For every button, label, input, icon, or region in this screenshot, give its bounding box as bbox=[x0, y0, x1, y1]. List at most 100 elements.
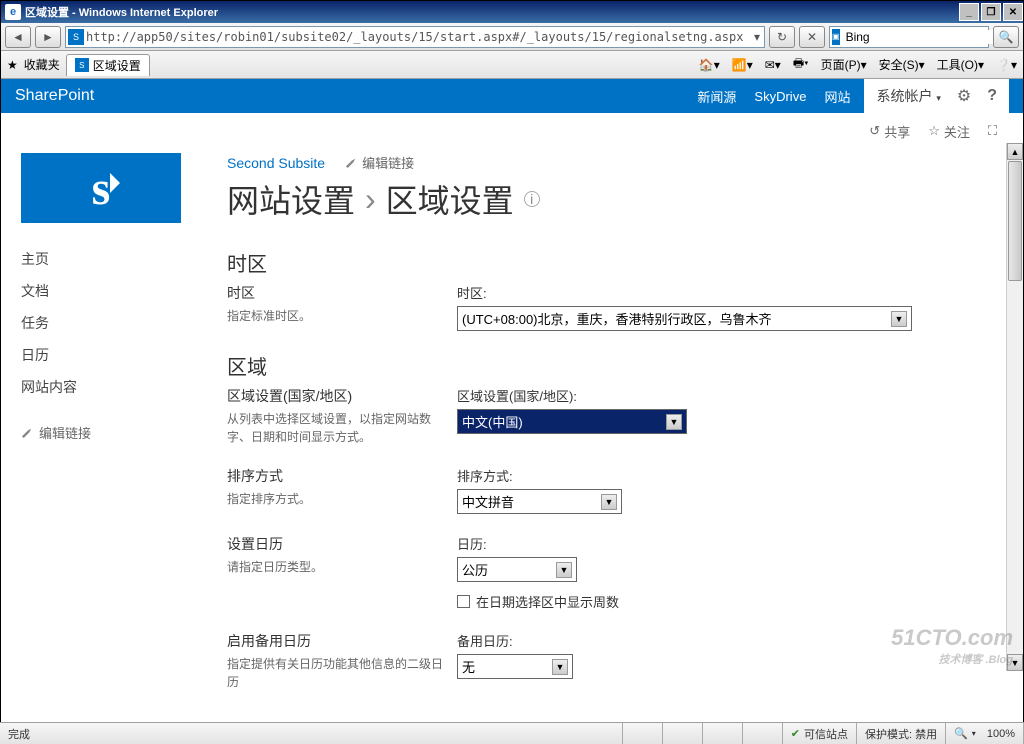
timezone-subheading: 时区 bbox=[227, 283, 447, 303]
show-week-label: 在日期选择区中显示周数 bbox=[476, 592, 619, 611]
section-region: 区域 区域设置(国家/地区) 从列表中选择区域设置，以指定网站数字、日期和时间显… bbox=[227, 351, 1003, 446]
sort-label: 排序方式: bbox=[457, 466, 1003, 485]
dropdown-icon[interactable]: ▾ bbox=[750, 30, 764, 44]
url-input[interactable] bbox=[86, 30, 750, 44]
window-titlebar: e 区域设置 - Windows Internet Explorer _ ❐ ✕ bbox=[1, 1, 1023, 23]
account-menu[interactable]: 系统帐户 ▾ bbox=[876, 86, 940, 106]
help-button[interactable]: ❔▾ bbox=[996, 58, 1017, 72]
feeds-button[interactable]: 📶▾ bbox=[732, 58, 753, 72]
calendar-subheading: 设置日历 bbox=[227, 534, 447, 554]
page-menu[interactable]: 页面(P)▾ bbox=[821, 56, 867, 73]
chevron-down-icon: ▼ bbox=[666, 414, 682, 430]
nav-site-contents[interactable]: 网站内容 bbox=[21, 371, 221, 403]
chevron-down-icon: ▼ bbox=[891, 311, 907, 327]
nav-tasks[interactable]: 任务 bbox=[21, 307, 221, 339]
chevron-down-icon: ▼ bbox=[552, 659, 568, 675]
status-protected-mode: 保护模式: 禁用 bbox=[857, 723, 946, 744]
back-button[interactable]: ◄ bbox=[5, 26, 31, 48]
forward-button[interactable]: ► bbox=[35, 26, 61, 48]
timezone-label: 时区: bbox=[457, 283, 1003, 302]
scroll-thumb[interactable] bbox=[1008, 161, 1022, 281]
scroll-up-button[interactable]: ▲ bbox=[1007, 143, 1023, 160]
favorites-row: ★ 收藏夹 S 区域设置 🏠▾ 📶▾ ✉▾ 🖶▾ 页面(P)▾ 安全(S)▾ 工… bbox=[1, 51, 1023, 79]
nav-documents[interactable]: 文档 bbox=[21, 275, 221, 307]
info-icon[interactable]: i bbox=[524, 191, 540, 207]
left-column: s 主页 文档 任务 日历 网站内容 编辑链接 bbox=[21, 153, 221, 693]
tools-menu[interactable]: 工具(O)▾ bbox=[937, 56, 984, 73]
suite-link-skydrive[interactable]: SkyDrive bbox=[754, 89, 806, 104]
chevron-down-icon: ▼ bbox=[556, 562, 572, 578]
page-title: 网站设置 › 区域设置 i bbox=[227, 176, 1003, 222]
quick-launch: 主页 文档 任务 日历 网站内容 编辑链接 bbox=[21, 243, 221, 448]
locale-subheading: 区域设置(国家/地区) bbox=[227, 386, 447, 406]
favorites-label[interactable]: 收藏夹 bbox=[24, 56, 60, 73]
window-title: 区域设置 - Windows Internet Explorer bbox=[25, 4, 218, 20]
search-go-button[interactable]: 🔍 bbox=[993, 26, 1019, 48]
locale-label: 区域设置(国家/地区): bbox=[457, 386, 1003, 405]
sort-desc: 指定排序方式。 bbox=[227, 490, 447, 508]
vertical-scrollbar[interactable]: ▲ ▼ bbox=[1006, 143, 1023, 671]
close-button[interactable]: ✕ bbox=[1003, 3, 1023, 21]
title-part2: 区域设置 bbox=[386, 176, 514, 222]
nav-home[interactable]: 主页 bbox=[21, 243, 221, 275]
gear-icon[interactable]: ⚙ bbox=[957, 86, 971, 106]
tab-title: 区域设置 bbox=[93, 57, 141, 74]
section-alt-calendar: 启用备用日历 指定提供有关日历功能其他信息的二级日历 备用日历: 无 ▼ bbox=[227, 631, 1003, 691]
alt-calendar-select[interactable]: 无 ▼ bbox=[457, 654, 573, 679]
locale-select[interactable]: 中文(中国) ▼ bbox=[457, 409, 687, 434]
content-area: s 主页 文档 任务 日历 网站内容 编辑链接 Second Subsite 编… bbox=[1, 143, 1023, 693]
status-zone: ✔可信站点 bbox=[783, 723, 857, 744]
page-actions-row: ↺ 共享 ☆ 关注 ⛶ bbox=[1, 113, 1023, 143]
sharepoint-favicon: S bbox=[68, 29, 84, 45]
maximize-button[interactable]: ❐ bbox=[981, 3, 1001, 21]
bing-icon: ▣ bbox=[832, 29, 840, 45]
favorites-star-icon[interactable]: ★ bbox=[7, 58, 18, 72]
alt-calendar-subheading: 启用备用日历 bbox=[227, 631, 447, 651]
minimize-button[interactable]: _ bbox=[959, 3, 979, 21]
calendar-select[interactable]: 公历 ▼ bbox=[457, 557, 577, 582]
safety-menu[interactable]: 安全(S)▾ bbox=[879, 56, 925, 73]
main-column: Second Subsite 编辑链接 网站设置 › 区域设置 i 时区 时区 … bbox=[221, 153, 1003, 693]
suite-bar: SharePoint 新闻源 SkyDrive 网站 系统帐户 ▾ ⚙ ? bbox=[1, 79, 1023, 113]
tab-favicon: S bbox=[75, 58, 89, 72]
address-bar[interactable]: S ▾ bbox=[65, 26, 765, 48]
focus-button[interactable]: ⛶ bbox=[988, 123, 997, 139]
site-logo[interactable]: s bbox=[21, 153, 181, 223]
share-button[interactable]: ↺ 共享 bbox=[869, 122, 910, 141]
breadcrumb-subsite[interactable]: Second Subsite bbox=[227, 155, 325, 171]
breadcrumb-edit-links[interactable]: 编辑链接 bbox=[345, 153, 414, 172]
browser-tab[interactable]: S 区域设置 bbox=[66, 54, 150, 76]
status-bar: 完成 ✔可信站点 保护模式: 禁用 🔍▾ 100% bbox=[0, 722, 1024, 744]
timezone-select[interactable]: (UTC+08:00)北京，重庆，香港特别行政区，乌鲁木齐 ▼ bbox=[457, 306, 912, 331]
locale-desc: 从列表中选择区域设置，以指定网站数字、日期和时间显示方式。 bbox=[227, 410, 447, 446]
stop-button[interactable]: ✕ bbox=[799, 26, 825, 48]
print-button[interactable]: 🖶▾ bbox=[793, 54, 809, 75]
nav-edit-links[interactable]: 编辑链接 bbox=[21, 417, 221, 448]
section-timezone: 时区 时区 指定标准时区。 时区: (UTC+08:00)北京，重庆，香港特别行… bbox=[227, 248, 1003, 331]
home-button[interactable]: 🏠▾ bbox=[699, 58, 720, 72]
status-zoom[interactable]: 🔍▾ 100% bbox=[946, 723, 1024, 744]
search-box[interactable]: ▣ bbox=[829, 26, 989, 48]
section-sort: 排序方式 指定排序方式。 排序方式: 中文拼音 ▼ bbox=[227, 466, 1003, 514]
suite-link-sites[interactable]: 网站 bbox=[824, 87, 850, 106]
search-input[interactable] bbox=[842, 30, 1001, 44]
scroll-down-button[interactable]: ▼ bbox=[1007, 654, 1023, 671]
section-heading: 区域 bbox=[227, 351, 1003, 380]
pencil-icon bbox=[343, 154, 360, 171]
pencil-icon bbox=[19, 424, 36, 441]
ie-icon: e bbox=[5, 4, 21, 20]
breadcrumb: Second Subsite 编辑链接 bbox=[227, 153, 1003, 172]
suite-link-newsfeed[interactable]: 新闻源 bbox=[697, 87, 736, 106]
nav-calendar[interactable]: 日历 bbox=[21, 339, 221, 371]
sort-select[interactable]: 中文拼音 ▼ bbox=[457, 489, 622, 514]
sort-subheading: 排序方式 bbox=[227, 466, 447, 486]
help-icon[interactable]: ? bbox=[987, 87, 997, 105]
follow-button[interactable]: ☆ 关注 bbox=[928, 122, 970, 141]
section-calendar: 设置日历 请指定日历类型。 日历: 公历 ▼ 在日期选择区中显示周数 bbox=[227, 534, 1003, 611]
title-part1: 网站设置 bbox=[227, 176, 355, 222]
calendar-label: 日历: bbox=[457, 534, 1003, 553]
mail-button[interactable]: ✉▾ bbox=[765, 58, 781, 72]
show-week-checkbox[interactable] bbox=[457, 595, 470, 608]
refresh-button[interactable]: ↻ bbox=[769, 26, 795, 48]
browser-nav-row: ◄ ► S ▾ ↻ ✕ ▣ 🔍 bbox=[1, 23, 1023, 51]
